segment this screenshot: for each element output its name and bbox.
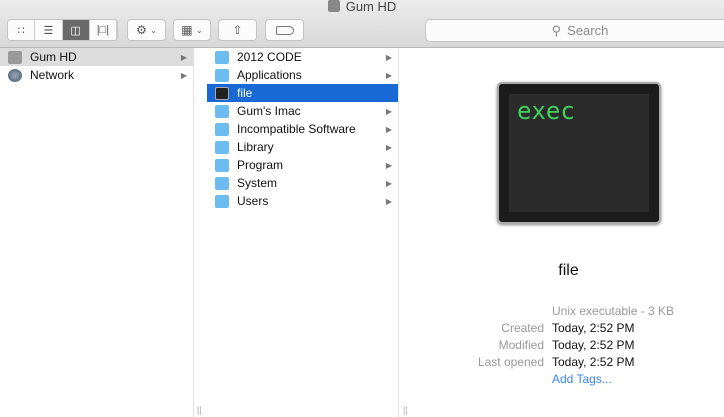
sidebar-item-network[interactable]: Network ▶ (0, 66, 193, 84)
sidebar-column: Gum HD ▶ Network ▶ || (0, 48, 202, 417)
chevron-right-icon: ▶ (180, 52, 187, 62)
file-name: file (558, 262, 579, 279)
action-gear-button[interactable]: ⚙ ⌄ (127, 19, 166, 41)
terminal-icon (215, 86, 229, 100)
last-opened-value: Today, 2:52 PM (552, 355, 635, 369)
modified-label: Modified (498, 338, 544, 352)
folder-icon (215, 122, 229, 136)
chevron-right-icon: ▶ (385, 160, 392, 170)
list-item[interactable]: Library ▶ (207, 138, 398, 156)
chevron-down-icon: ⌄ (150, 25, 157, 35)
system-folder-icon (215, 176, 229, 190)
folder-icon (215, 50, 229, 64)
chevron-right-icon: ▶ (385, 70, 392, 80)
toolbar: Gum HD ∷ ☰ ◫ |□| ⚙ ⌄ ▦ ⌄ ⇧ ⚲ Search (0, 0, 724, 48)
chevron-right-icon: ▶ (385, 124, 392, 134)
window-title: Gum HD (0, 0, 724, 14)
search-input[interactable]: ⚲ Search (425, 19, 724, 42)
column-resize-handle[interactable]: || (403, 405, 408, 415)
folder-icon (215, 158, 229, 172)
list-item[interactable]: Program ▶ (207, 156, 398, 174)
chevron-right-icon: ▶ (180, 70, 187, 80)
chevron-right-icon: ▶ (385, 106, 392, 116)
list-view-button[interactable]: ☰ (35, 20, 63, 40)
sidebar-item-gum-hd[interactable]: Gum HD ▶ (0, 48, 193, 66)
list-item-selected[interactable]: file (207, 84, 398, 102)
hard-drive-icon (327, 0, 340, 12)
cover-flow-view-button[interactable]: |□| (90, 20, 117, 40)
list-item[interactable]: Incompatible Software ▶ (207, 120, 398, 138)
created-label: Created (501, 321, 544, 335)
column-resize-handle[interactable]: || (197, 405, 202, 415)
list-item[interactable]: System ▶ (207, 174, 398, 192)
share-icon: ⇧ (232, 23, 243, 37)
applications-folder-icon (215, 68, 229, 82)
list-item[interactable]: Gum's Imac ▶ (207, 102, 398, 120)
add-tags-link[interactable]: Add Tags... (552, 372, 612, 386)
users-folder-icon (215, 194, 229, 208)
last-opened-label: Last opened (477, 355, 544, 369)
folder-column: 2012 CODE ▶ Applications ▶ file Gum's Imac… (207, 48, 408, 417)
chevron-down-icon: ⌄ (195, 25, 203, 35)
list-item[interactable]: Users ▶ (207, 192, 398, 210)
chevron-right-icon: ▶ (385, 52, 392, 62)
chevron-right-icon: ▶ (385, 196, 392, 206)
icon-view-button[interactable]: ∷ (8, 20, 36, 40)
file-kind: Unix executable - 3 KB (552, 304, 675, 318)
chevron-right-icon: ▶ (385, 142, 392, 152)
column-view-button[interactable]: ◫ (62, 20, 90, 40)
chevron-right-icon: ▶ (385, 178, 392, 188)
arrange-button[interactable]: ▦ ⌄ (173, 19, 211, 41)
exec-file-icon: exec (497, 82, 661, 224)
tags-button[interactable] (265, 19, 304, 41)
preview-pane: exec file Unix executable - 3 KB Created… (413, 48, 724, 417)
created-value: Today, 2:52 PM (552, 321, 635, 335)
gear-icon: ⚙ (136, 23, 147, 37)
folder-icon (215, 104, 229, 118)
modified-value: Today, 2:52 PM (552, 338, 635, 352)
view-switcher: ∷ ☰ ◫ |□| (7, 19, 118, 41)
search-icon: ⚲ (551, 22, 562, 38)
list-item[interactable]: Applications ▶ (207, 66, 398, 84)
list-item[interactable]: 2012 CODE ▶ (207, 48, 398, 66)
library-folder-icon (215, 140, 229, 154)
tag-icon (275, 25, 294, 35)
grid-icon: ▦ (181, 23, 193, 37)
globe-icon (8, 68, 22, 82)
hard-drive-icon (8, 50, 22, 64)
share-button[interactable]: ⇧ (218, 19, 257, 41)
